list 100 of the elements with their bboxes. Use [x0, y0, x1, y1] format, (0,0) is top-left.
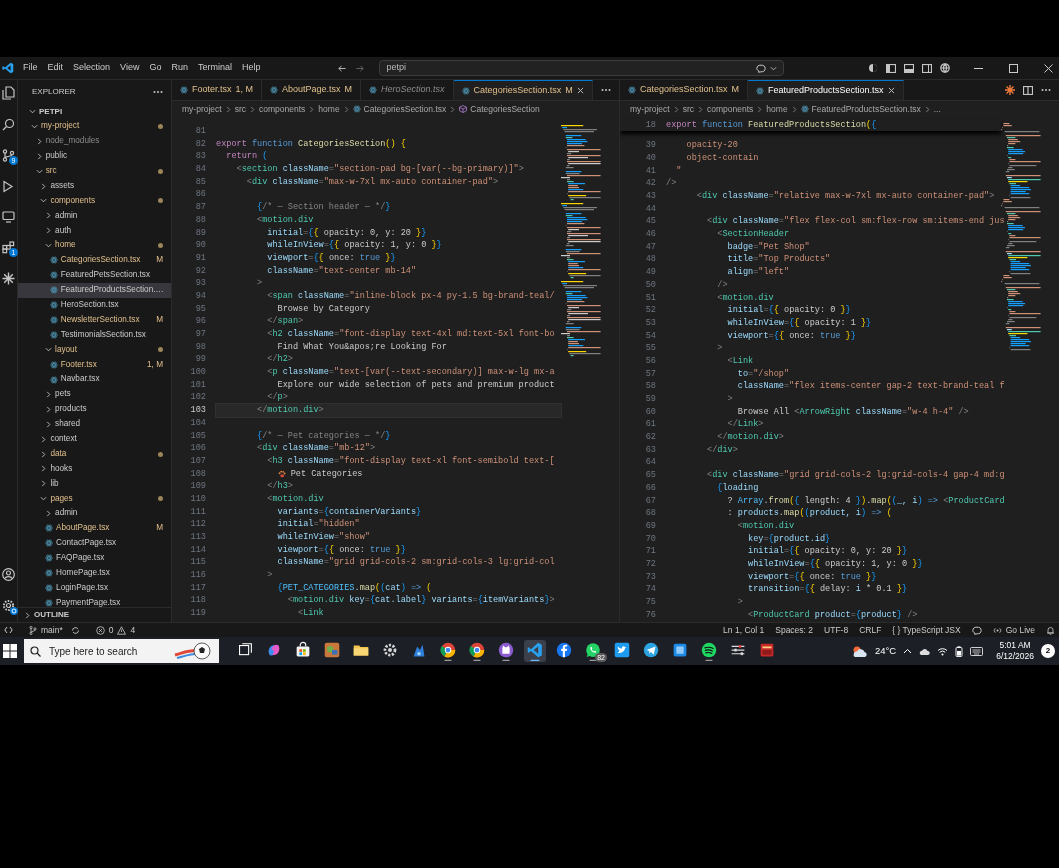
- branch-name[interactable]: main*: [41, 623, 63, 637]
- tree-item[interactable]: auth: [18, 223, 171, 239]
- breadcrumb-item[interactable]: ...: [933, 102, 941, 116]
- sync-icon[interactable]: [70, 625, 80, 635]
- notification-badge[interactable]: 2: [1041, 644, 1055, 658]
- breadcrumb-item[interactable]: home: [318, 102, 340, 116]
- keyboard-icon[interactable]: [970, 646, 984, 656]
- breadcrumb-item[interactable]: FeaturedProductsSection.tsx: [811, 102, 921, 116]
- tree-item[interactable]: PaymentPage.tsx: [18, 595, 171, 607]
- chevron-right-icon[interactable]: [45, 405, 53, 413]
- search-icon[interactable]: [2, 118, 15, 131]
- close-icon[interactable]: [576, 87, 584, 94]
- tree-item[interactable]: LoginPage.tsx: [18, 580, 171, 596]
- extensions-icon[interactable]: [2, 241, 15, 254]
- breadcrumb-item[interactable]: CategoriesSection: [470, 102, 540, 116]
- error-icon[interactable]: [95, 625, 105, 635]
- menu-item[interactable]: Selection: [68, 61, 116, 75]
- chevron-down-icon[interactable]: [29, 108, 36, 115]
- tree-item[interactable]: FeaturedProductsSection.…: [18, 282, 171, 298]
- chevron-right-icon[interactable]: [45, 227, 53, 235]
- warning-count[interactable]: 4: [130, 623, 136, 637]
- chevron-down-icon[interactable]: [45, 242, 53, 250]
- branch-icon[interactable]: [29, 625, 37, 635]
- tree-item[interactable]: layout: [18, 342, 171, 358]
- chevron-right-icon[interactable]: [45, 212, 53, 220]
- run-debug-icon[interactable]: [2, 180, 15, 193]
- close-icon[interactable]: [1044, 63, 1053, 73]
- breadcrumb-item[interactable]: CategoriesSection.tsx: [363, 102, 447, 116]
- tree-item[interactable]: AboutPage.tsx M: [18, 521, 171, 536]
- sparkle-icon[interactable]: [1005, 85, 1015, 95]
- editor-tab[interactable]: HeroSection.tsx: [361, 80, 454, 100]
- tree-item[interactable]: components: [18, 193, 171, 209]
- chevron-right-icon[interactable]: [249, 105, 257, 113]
- tree-item[interactable]: data: [18, 446, 171, 462]
- breadcrumb-item[interactable]: src: [234, 102, 247, 116]
- secondary-sidebar-icon[interactable]: [922, 63, 932, 73]
- tree-item[interactable]: CategoriesSection.tsx M: [18, 253, 171, 268]
- account-icon[interactable]: [2, 568, 15, 581]
- chevron-right-icon[interactable]: [40, 450, 48, 458]
- start-button[interactable]: [3, 644, 17, 658]
- breadcrumb-item[interactable]: src: [682, 102, 695, 116]
- remote-indicator-icon[interactable]: [4, 626, 13, 634]
- warning-icon[interactable]: [117, 625, 127, 635]
- chat-sparkle-icon[interactable]: [756, 63, 767, 73]
- tree-item[interactable]: Footer.tsx 1, M: [18, 357, 171, 373]
- chevron-right-icon[interactable]: [40, 435, 48, 443]
- tree-item[interactable]: hooks: [18, 461, 171, 477]
- taskbar-search-field[interactable]: Type here to search: [24, 639, 219, 663]
- workspace-name[interactable]: PETPI: [39, 105, 63, 118]
- status-item[interactable]: CRLF: [859, 623, 882, 637]
- broadcast-icon[interactable]: [992, 625, 1002, 635]
- more-icon[interactable]: [153, 90, 163, 94]
- chevron-right-icon[interactable]: [923, 105, 931, 113]
- tree-item[interactable]: products: [18, 401, 171, 417]
- battery-icon[interactable]: [955, 645, 964, 657]
- chevron-right-icon[interactable]: [40, 182, 48, 190]
- back-arrow-icon[interactable]: [337, 63, 348, 73]
- tree-item[interactable]: FAQPage.tsx: [18, 550, 171, 566]
- menu-item[interactable]: File: [18, 61, 43, 75]
- weather-icon[interactable]: [851, 644, 868, 658]
- chevron-right-icon[interactable]: [308, 105, 316, 113]
- weather-temperature[interactable]: 24°C: [874, 643, 897, 659]
- chevron-right-icon[interactable]: [449, 105, 457, 113]
- tree-item[interactable]: shared: [18, 416, 171, 432]
- tree-item[interactable]: my-project: [18, 119, 171, 134]
- chevron-down-icon[interactable]: [40, 197, 48, 205]
- editor-tab[interactable]: CategoriesSection.tsx M: [453, 80, 593, 100]
- tree-item[interactable]: node_modules: [18, 133, 171, 149]
- chevron-down-icon[interactable]: [40, 495, 48, 503]
- status-item[interactable]: Spaces: 2: [775, 623, 814, 637]
- tree-item[interactable]: pets: [18, 387, 171, 402]
- chat-sparkle-icon[interactable]: [971, 625, 982, 635]
- breadcrumb-item[interactable]: components: [707, 102, 754, 116]
- tree-item[interactable]: context: [18, 431, 171, 447]
- more-icon[interactable]: [1041, 88, 1051, 92]
- section-header[interactable]: OUTLINE: [34, 609, 70, 621]
- tree-item[interactable]: NewsletterSection.tsx M: [18, 312, 171, 328]
- tree-item[interactable]: home: [18, 238, 171, 253]
- chevron-right-icon[interactable]: [45, 420, 53, 428]
- chevron-right-icon[interactable]: [790, 105, 798, 113]
- breadcrumb-item[interactable]: components: [259, 102, 306, 116]
- chevron-down-icon[interactable]: [31, 122, 38, 130]
- chevron-right-icon[interactable]: [224, 105, 232, 113]
- tree-item[interactable]: lib: [18, 476, 171, 492]
- tree-item[interactable]: ContactPage.tsx: [18, 535, 171, 551]
- sidebar-layout-icon[interactable]: [886, 63, 896, 73]
- files-icon[interactable]: [2, 86, 15, 100]
- chevron-right-icon[interactable]: [342, 105, 350, 113]
- remote-explorer-icon[interactable]: [2, 211, 15, 223]
- chevron-down-icon[interactable]: [45, 346, 53, 354]
- chevron-down-icon[interactable]: [35, 167, 43, 175]
- error-count[interactable]: 0: [108, 623, 114, 637]
- asterisk-icon[interactable]: [2, 272, 15, 285]
- chevron-right-icon[interactable]: [35, 152, 43, 160]
- taskbar-clock[interactable]: 5:01 AM 6/12/2026: [996, 640, 1034, 662]
- search-field[interactable]: petpi: [379, 60, 785, 76]
- status-item[interactable]: { } TypeScript JSX: [892, 623, 961, 637]
- bell-icon[interactable]: [1046, 625, 1055, 635]
- tree-item[interactable]: HeroSection.tsx: [18, 297, 171, 313]
- chevron-right-icon[interactable]: [756, 105, 764, 113]
